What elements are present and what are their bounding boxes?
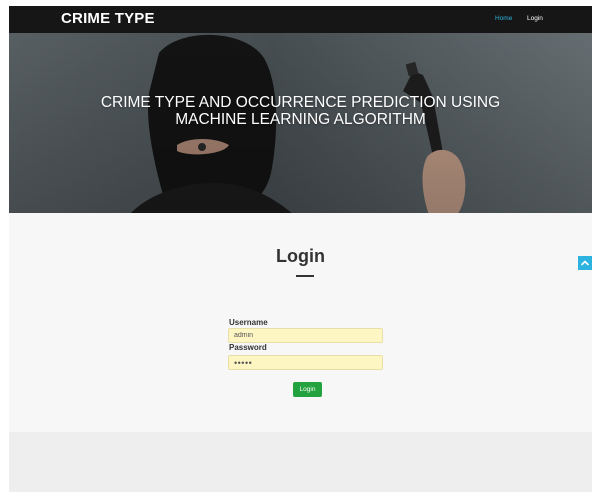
hero-title: CRIME TYPE AND OCCURRENCE PREDICTION USI… (9, 94, 592, 128)
hero-banner: CRIME TYPE AND OCCURRENCE PREDICTION USI… (9, 33, 592, 213)
heading-underline (296, 275, 314, 277)
nav-link-home[interactable]: Home (495, 15, 512, 22)
scroll-top-button[interactable] (578, 256, 592, 270)
login-button[interactable]: Login (293, 382, 322, 397)
username-label: Username (229, 318, 268, 327)
login-section: Login Username Password Login (9, 213, 592, 432)
hero-title-line1: CRIME TYPE AND OCCURRENCE PREDICTION USI… (100, 94, 501, 111)
brand-logo[interactable]: CRIME TYPE (61, 10, 155, 27)
hero-title-line2: MACHINE LEARNING ALGORITHM (175, 111, 426, 128)
chevron-up-icon (581, 260, 589, 266)
page-frame: CRIME TYPE Home Login CRIME TYPE AND OCC… (9, 6, 592, 492)
password-field[interactable] (228, 355, 383, 370)
navbar: CRIME TYPE Home Login (9, 6, 592, 33)
password-label: Password (229, 343, 267, 352)
footer-band (9, 432, 592, 492)
nav-link-login[interactable]: Login (527, 15, 543, 22)
username-field[interactable] (228, 328, 383, 343)
login-heading: Login (276, 246, 325, 266)
